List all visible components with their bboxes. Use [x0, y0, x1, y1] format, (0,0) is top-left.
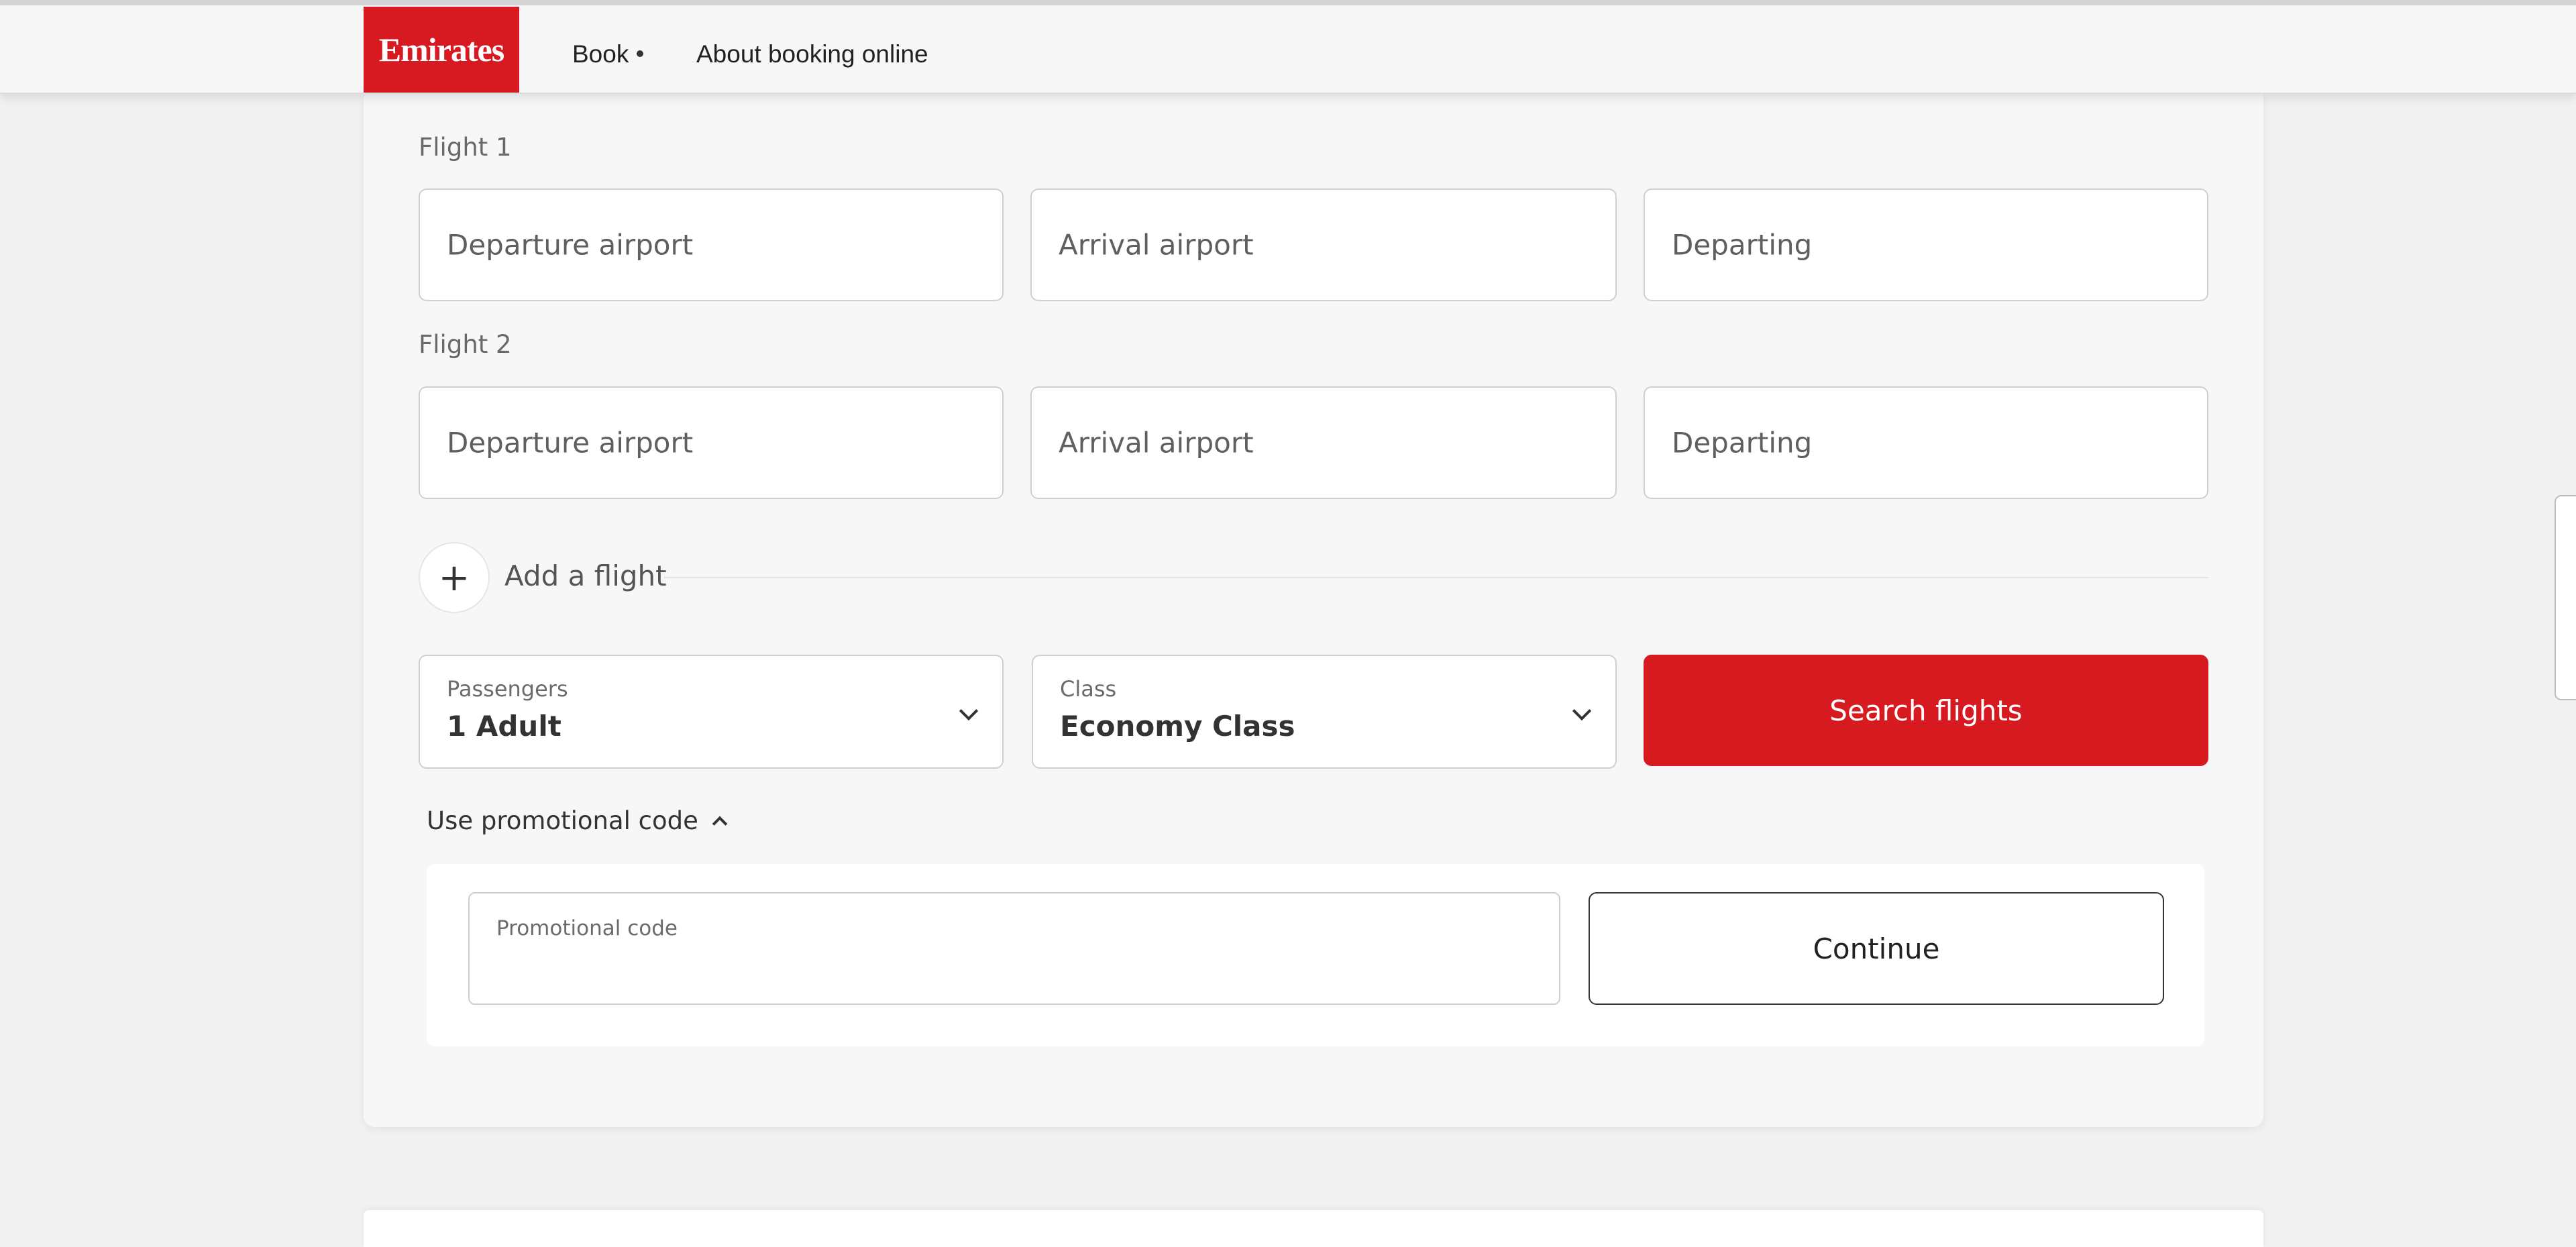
flight-1-departing-date-input[interactable]: Departing — [1644, 188, 2208, 301]
flight-1-departure-placeholder: Departure airport — [447, 228, 694, 262]
plus-icon: + — [438, 555, 470, 600]
passengers-label: Passengers — [447, 676, 568, 702]
add-flight-button[interactable]: + — [419, 542, 490, 613]
promo-code-panel: Promotional code Continue — [427, 864, 2204, 1046]
flight-2-departure-input[interactable]: Departure airport — [419, 386, 1004, 499]
class-label: Class — [1060, 676, 1117, 702]
flight-1-departing-placeholder: Departing — [1672, 228, 1813, 262]
dot-icon — [637, 50, 644, 58]
flight-1-arrival-input[interactable]: Arrival airport — [1030, 188, 1617, 301]
nav-book-label: Book — [572, 40, 629, 68]
flight-1-label: Flight 1 — [419, 133, 512, 162]
flight-1-departure-input[interactable]: Departure airport — [419, 188, 1004, 301]
flight-2-departing-date-input[interactable]: Departing — [1644, 386, 2208, 499]
flight-2-arrival-placeholder: Arrival airport — [1059, 426, 1254, 459]
flight-2-departing-placeholder: Departing — [1672, 426, 1813, 459]
flight-2-label: Flight 2 — [419, 330, 512, 359]
class-select[interactable]: Class Economy Class — [1032, 655, 1617, 769]
promo-code-toggle-label: Use promotional code — [427, 806, 698, 835]
emirates-logo[interactable]: Emirates — [364, 7, 519, 93]
flight-1-arrival-placeholder: Arrival airport — [1059, 228, 1254, 262]
chevron-down-icon — [1572, 701, 1592, 721]
side-feedback-tab[interactable] — [2555, 495, 2576, 700]
nav-book-link[interactable]: Book — [572, 40, 644, 68]
class-value: Economy Class — [1060, 710, 1295, 743]
chevron-down-icon — [959, 701, 979, 721]
passengers-select[interactable]: Passengers 1 Adult — [419, 655, 1004, 769]
add-flight-label[interactable]: Add a flight — [504, 559, 667, 592]
flight-2-departure-placeholder: Departure airport — [447, 426, 694, 459]
promo-code-toggle[interactable]: Use promotional code — [427, 806, 728, 835]
chevron-up-icon — [712, 816, 728, 831]
nav-about-booking-link[interactable]: About booking online — [696, 40, 928, 68]
promo-code-input[interactable]: Promotional code — [468, 892, 1560, 1005]
search-flights-button[interactable]: Search flights — [1644, 655, 2208, 766]
add-flight-divider — [664, 577, 2208, 578]
next-section-card — [364, 1210, 2263, 1247]
passengers-value: 1 Adult — [447, 710, 561, 743]
flight-2-arrival-input[interactable]: Arrival airport — [1030, 386, 1617, 499]
continue-button[interactable]: Continue — [1589, 892, 2164, 1005]
top-nav: Emirates Book About booking online — [0, 0, 2576, 94]
promo-code-input-label: Promotional code — [496, 916, 678, 940]
